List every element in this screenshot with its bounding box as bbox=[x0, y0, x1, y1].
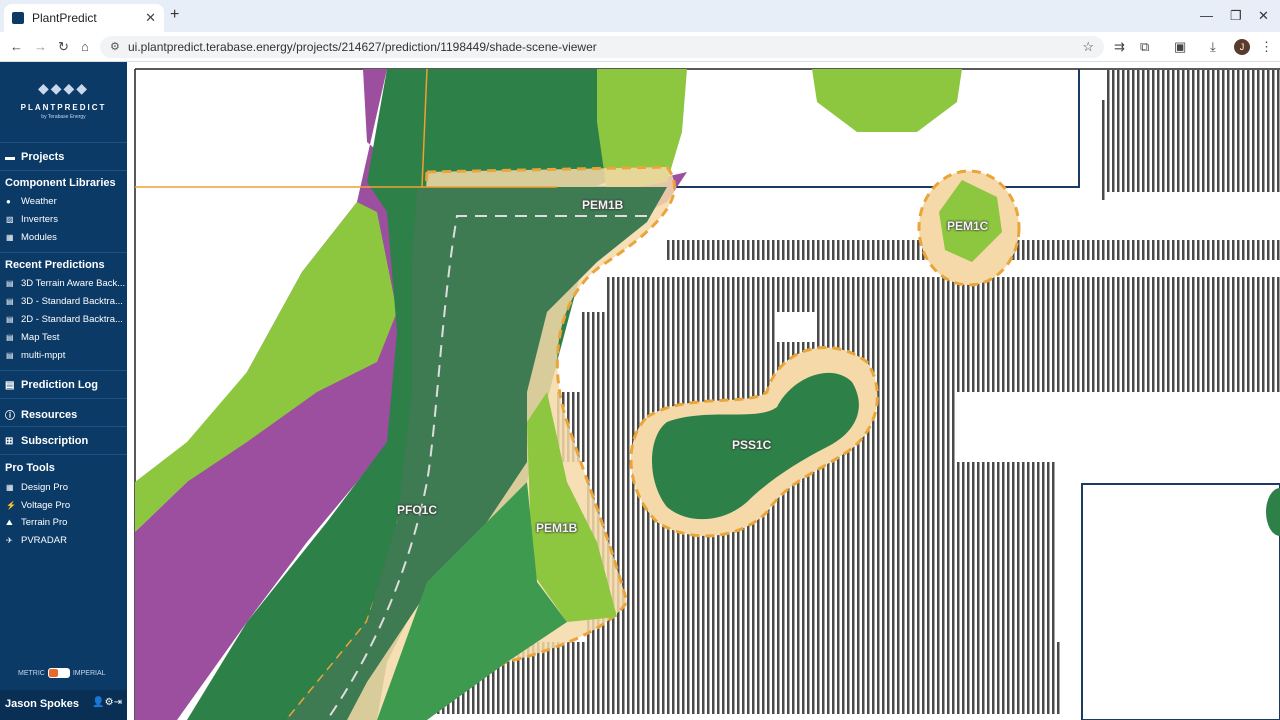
home-icon[interactable]: ⌂ bbox=[81, 39, 89, 54]
sidebar-item-modules[interactable]: ▦ Modules bbox=[6, 232, 57, 243]
sidebar: ◆◆◆◆ PLANTPREDICT by Terabase Energy ▬ Pr… bbox=[0, 62, 127, 720]
resources-link[interactable]: ⓘ Resources bbox=[5, 407, 77, 423]
user-bar: Jason Spokes 👤⚙⇥ bbox=[0, 690, 127, 720]
unit-switch[interactable] bbox=[47, 668, 70, 678]
minimize-icon[interactable]: — bbox=[1200, 8, 1213, 23]
property-boundary-box bbox=[1081, 483, 1280, 720]
user-actions: 👤⚙⇥ bbox=[92, 697, 122, 708]
close-tab-icon[interactable]: ✕ bbox=[145, 10, 156, 26]
unit-switch-knob bbox=[48, 669, 58, 677]
forward-icon[interactable]: → bbox=[34, 39, 47, 54]
map-label[interactable]: PFO1C bbox=[397, 503, 437, 517]
logo-mark-icon: ◆◆◆◆ bbox=[37, 80, 90, 96]
shade-scene-map[interactable]: PEM1B PEM1C PSS1C PFO1C PEM1B bbox=[127, 62, 1280, 720]
prediction-log-section[interactable]: ▤ Prediction Log bbox=[0, 370, 127, 398]
voltage-icon: ⚡ bbox=[6, 501, 16, 510]
logout-icon[interactable]: ⇥ bbox=[114, 697, 122, 708]
modules-icon: ▦ bbox=[6, 233, 14, 242]
subscription-section[interactable]: ⊞ Subscription bbox=[0, 426, 127, 454]
component-libraries-title: Component Libraries bbox=[5, 177, 116, 189]
clearing bbox=[777, 312, 817, 342]
profile-avatar[interactable]: J bbox=[1234, 39, 1250, 55]
plus-box-icon: ⊞ bbox=[5, 435, 14, 447]
puzzle-icon[interactable]: ⧉ bbox=[1140, 39, 1149, 55]
inverter-icon: ▨ bbox=[6, 215, 14, 224]
sidebar-item-voltage-pro[interactable]: ⚡ Voltage Pro bbox=[6, 500, 70, 511]
pro-tools-title: Pro Tools bbox=[5, 462, 55, 474]
folder-icon: ▬ bbox=[5, 151, 15, 163]
document-icon: ▤ bbox=[6, 333, 14, 342]
user-icon[interactable]: 👤 bbox=[92, 697, 104, 708]
sidebar-item-weather[interactable]: ● Weather bbox=[6, 196, 57, 207]
recent-prediction-item[interactable]: ▤ 3D - Standard Backtra... bbox=[6, 296, 123, 307]
resources-section[interactable]: ⓘ Resources bbox=[0, 398, 127, 426]
site-info-icon[interactable]: ⚙ bbox=[110, 40, 120, 53]
download-icon[interactable]: ⤓ bbox=[1210, 39, 1216, 55]
unit-toggle[interactable]: METRIC IMPERIAL bbox=[18, 668, 106, 678]
recent-prediction-item[interactable]: ▤ 2D - Standard Backtra... bbox=[6, 314, 123, 325]
panel-array bbox=[1102, 100, 1280, 200]
browser-tab-bar: PlantPredict ✕ + — ❐ ✕ bbox=[0, 0, 1280, 32]
menu-icon[interactable]: ⋮ bbox=[1260, 39, 1273, 55]
gear-icon[interactable]: ⚙ bbox=[105, 697, 114, 708]
panel-array bbox=[607, 277, 1280, 317]
wetland-light-green bbox=[812, 69, 962, 132]
info-icon: ⓘ bbox=[5, 411, 15, 422]
clearing bbox=[1107, 192, 1280, 222]
log-icon: ▤ bbox=[5, 379, 15, 391]
prediction-log-link[interactable]: ▤ Prediction Log bbox=[5, 379, 98, 391]
sidebar-item-pvradar[interactable]: ✈ PVRADAR bbox=[6, 535, 67, 546]
sidebar-item-terrain-pro[interactable]: ⛰ Terrain Pro bbox=[6, 517, 67, 528]
restore-icon[interactable]: ❐ bbox=[1230, 8, 1242, 24]
user-name: Jason Spokes bbox=[5, 698, 79, 710]
new-tab-icon[interactable]: + bbox=[170, 6, 179, 24]
pvradar-icon: ✈ bbox=[6, 536, 13, 545]
map-canvas[interactable] bbox=[127, 62, 1280, 720]
logo-name: PLANTPREDICT bbox=[20, 103, 107, 112]
subscription-link[interactable]: ⊞ Subscription bbox=[5, 435, 88, 447]
back-icon[interactable]: ← bbox=[10, 39, 23, 54]
bookmark-star-icon[interactable]: ☆ bbox=[1082, 39, 1094, 55]
document-icon: ▤ bbox=[6, 315, 14, 324]
map-label[interactable]: PEM1C bbox=[947, 219, 988, 233]
imperial-label: IMPERIAL bbox=[72, 669, 106, 677]
recent-predictions-title: Recent Predictions bbox=[5, 259, 105, 271]
metric-label: METRIC bbox=[18, 669, 45, 677]
projects-section[interactable]: ▬ Projects bbox=[0, 142, 127, 170]
browser-toolbar: ← → ↻ ⌂ ⚙ ui.plantpredict.terabase.energ… bbox=[0, 32, 1280, 62]
recent-prediction-item[interactable]: ▤ 3D Terrain Aware Back... bbox=[6, 278, 125, 289]
logo-byline: by Terabase Energy bbox=[41, 114, 86, 120]
close-window-icon[interactable]: ✕ bbox=[1258, 8, 1269, 24]
tab-title: PlantPredict bbox=[32, 11, 97, 25]
panel-array bbox=[582, 312, 1280, 392]
sidebar-item-inverters[interactable]: ▨ Inverters bbox=[6, 214, 58, 225]
browser-tab[interactable]: PlantPredict ✕ bbox=[4, 4, 164, 32]
map-label[interactable]: PSS1C bbox=[732, 438, 771, 452]
media-icon[interactable]: ▣ bbox=[1174, 39, 1186, 55]
url-text: ui.plantpredict.terabase.energy/projects… bbox=[128, 40, 597, 54]
projects-link[interactable]: ▬ Projects bbox=[5, 151, 64, 163]
plantpredict-logo[interactable]: ◆◆◆◆ PLANTPREDICT by Terabase Energy bbox=[0, 80, 127, 120]
document-icon: ▤ bbox=[6, 279, 14, 288]
extension-icon[interactable]: ⇉ bbox=[1114, 39, 1125, 55]
recent-predictions-section: Recent Predictions ▤ 3D Terrain Aware Bac… bbox=[0, 252, 127, 364]
document-icon: ▤ bbox=[6, 351, 14, 360]
design-icon: ▦ bbox=[6, 483, 14, 492]
panel-array bbox=[1107, 70, 1280, 100]
weather-icon: ● bbox=[6, 197, 11, 206]
recent-prediction-item[interactable]: ▤ multi-mppt bbox=[6, 350, 65, 361]
pro-tools-section: Pro Tools ▦ Design Pro ⚡ Voltage Pro ⛰ Terr… bbox=[0, 454, 127, 554]
document-icon: ▤ bbox=[6, 297, 14, 306]
map-label[interactable]: PEM1B bbox=[582, 198, 623, 212]
map-label[interactable]: PEM1B bbox=[536, 521, 577, 535]
address-bar[interactable]: ⚙ ui.plantpredict.terabase.energy/projec… bbox=[100, 36, 1104, 58]
terrain-icon: ⛰ bbox=[6, 517, 13, 527]
plantpredict-favicon-icon bbox=[12, 12, 24, 24]
sidebar-item-design-pro[interactable]: ▦ Design Pro bbox=[6, 482, 68, 493]
component-libraries-section: Component Libraries ● Weather ▨ Inverters … bbox=[0, 170, 127, 256]
recent-prediction-item[interactable]: ▤ Map Test bbox=[6, 332, 59, 343]
reload-icon[interactable]: ↻ bbox=[58, 39, 69, 55]
